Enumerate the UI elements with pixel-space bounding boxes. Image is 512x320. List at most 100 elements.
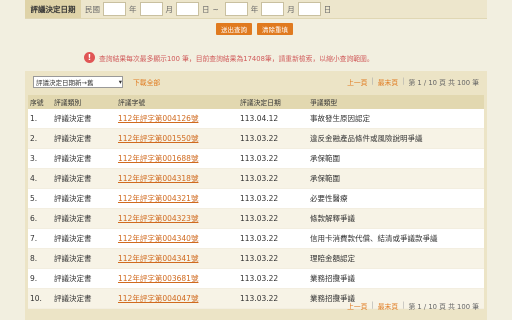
table-row: 7. 評議決定書 112年評字第004340號 113.03.22 信用卡消費款代償、結…: [28, 229, 484, 249]
row-ref-link[interactable]: 112年評字第004318號: [118, 174, 198, 183]
day-label: 日: [202, 4, 210, 14]
date-label: 評議決定日期: [25, 0, 81, 18]
table-body: 1. 評議決定書 112年評字第004126號 113.04.12 事故發生原因認定 2…: [28, 109, 484, 309]
pager-divider: |: [402, 77, 405, 85]
row-issue: 事故發生原因認定: [310, 114, 370, 123]
table-row: 5. 評議決定書 112年評字第004321號 113.03.22 必要性醫療: [28, 189, 484, 209]
table-row: 1. 評議決定書 112年評字第004126號 113.04.12 事故發生原因認定: [28, 109, 484, 129]
year-label: 年: [129, 4, 137, 14]
prev-page-link[interactable]: 上一頁: [347, 301, 367, 311]
prev-page-link[interactable]: 上一頁: [347, 77, 367, 87]
start-year-input[interactable]: [103, 2, 126, 16]
row-no: 6.: [30, 214, 38, 223]
table-row: 6. 評議決定書 112年評字第004323號 113.03.22 條款解釋爭議: [28, 209, 484, 229]
end-year-input[interactable]: [224, 2, 248, 16]
row-ref-link[interactable]: 112年評字第004323號: [118, 214, 198, 223]
submit-button[interactable]: 送出查詢: [216, 23, 252, 35]
row-type: 評議決定書: [54, 214, 92, 223]
row-issue: 承保範圍: [310, 154, 340, 163]
row-ref-link[interactable]: 112年評字第004047號: [118, 294, 198, 303]
row-issue: 必要性醫療: [310, 194, 348, 203]
row-date: 113.03.22: [240, 254, 279, 263]
row-type: 評議決定書: [54, 274, 92, 283]
row-no: 9.: [30, 274, 38, 283]
notice-text: 查詢結果每次最多顯示100 筆，目前查詢結果為17408筆，請重新檢索，以縮小查…: [99, 54, 374, 63]
end-day-input[interactable]: [297, 2, 321, 16]
warning-icon: !: [84, 52, 95, 63]
row-issue: 信用卡消費款代償、結清或爭議款爭議: [310, 234, 438, 243]
row-ref-link[interactable]: 112年評字第003681號: [118, 274, 198, 283]
pager-divider: |: [371, 301, 374, 309]
row-date: 113.03.22: [240, 234, 279, 243]
row-ref-link[interactable]: 112年評字第004340號: [118, 234, 198, 243]
row-date: 113.03.22: [240, 154, 279, 163]
row-type: 評議決定書: [54, 174, 92, 183]
row-issue: 承保範圍: [310, 174, 340, 183]
start-day-input[interactable]: [176, 2, 199, 16]
row-no: 8.: [30, 254, 38, 263]
row-date: 113.03.22: [240, 214, 279, 223]
end-month-input[interactable]: [261, 2, 285, 16]
pager-divider: |: [371, 77, 374, 85]
range-separator: ~: [212, 4, 219, 14]
header-issue: 爭議類型: [310, 99, 338, 107]
row-type: 評議決定書: [54, 114, 92, 123]
chevron-down-icon: ▾: [118, 78, 122, 86]
row-date: 113.03.22: [240, 194, 279, 203]
row-ref-link[interactable]: 112年評字第001550號: [118, 134, 198, 143]
row-no: 5.: [30, 194, 38, 203]
date-range: 民國 年 月 日 ~ 年 月 日: [85, 2, 331, 16]
row-type: 評議決定書: [54, 294, 92, 303]
row-date: 113.03.22: [240, 294, 279, 303]
last-page-link[interactable]: 最末頁: [378, 301, 398, 311]
row-type: 評議決定書: [54, 194, 92, 203]
results-panel: 評議決定日期新→舊 ▾ 下載全部 上一頁 | 最末頁 | 第 1 / 10 頁 …: [25, 71, 487, 320]
row-no: 2.: [30, 134, 38, 143]
page-info: 第 1 / 10 頁 共 100 筆: [408, 79, 479, 87]
row-type: 評議決定書: [54, 254, 92, 263]
table-row: 4. 評議決定書 112年評字第004318號 113.03.22 承保範圍: [28, 169, 484, 189]
last-page-link[interactable]: 最末頁: [378, 77, 398, 87]
year-label: 年: [250, 4, 259, 14]
month-label: 月: [287, 4, 295, 14]
table-row: 3. 評議決定書 112年評字第001688號 113.03.22 承保範圍: [28, 149, 484, 169]
table-row: 8. 評議決定書 112年評字第004341號 113.03.22 理賠金額認定: [28, 249, 484, 269]
row-ref-link[interactable]: 112年評字第004321號: [118, 194, 198, 203]
sort-value: 評議決定日期新→舊: [36, 79, 94, 87]
row-date: 113.03.22: [240, 174, 279, 183]
reset-button[interactable]: 清除重填: [257, 23, 293, 35]
header-ref: 評議字號: [118, 99, 146, 107]
table-row: 2. 評議決定書 112年評字第001550號 113.03.22 違反金融產品條件或風…: [28, 129, 484, 149]
row-date: 113.03.22: [240, 274, 279, 283]
row-ref-link[interactable]: 112年評字第004341號: [118, 254, 198, 263]
start-month-input[interactable]: [139, 2, 163, 16]
results-toolbar: 評議決定日期新→舊 ▾ 下載全部: [33, 76, 160, 88]
search-bar: 評議決定日期 民國 年 月 日 ~ 年 月 日: [25, 0, 487, 19]
header-no: 序號: [30, 99, 44, 107]
pager-bottom: 上一頁 | 最末頁 | 第 1 / 10 頁 共 100 筆: [347, 301, 479, 311]
month-label: 月: [165, 4, 174, 14]
row-type: 評議決定書: [54, 154, 92, 163]
table-row: 9. 評議決定書 112年評字第003681號 113.03.22 業務招攬爭議: [28, 269, 484, 289]
search-actions: 送出查詢 清除重填: [216, 23, 293, 35]
row-no: 1.: [30, 114, 38, 123]
row-no: 4.: [30, 174, 38, 183]
header-date: 評議決定日期: [240, 99, 281, 107]
row-no: 10.: [30, 294, 42, 303]
row-type: 評議決定書: [54, 234, 92, 243]
header-type: 評議類別: [54, 99, 82, 107]
row-issue: 違反金融產品條件或風險說明爭議: [310, 134, 423, 143]
row-date: 113.04.12: [240, 114, 279, 123]
result-notice: ! 查詢結果每次最多顯示100 筆，目前查詢結果為17408筆，請重新檢索，以縮…: [84, 52, 374, 63]
table-header: 序號 評議類別 評議字號 評議決定日期 爭議類型: [28, 95, 484, 109]
download-all-link[interactable]: 下載全部: [133, 77, 160, 87]
row-no: 3.: [30, 154, 38, 163]
row-issue: 理賠金額認定: [310, 254, 355, 263]
era-label: 民國: [85, 4, 100, 14]
row-ref-link[interactable]: 112年評字第004126號: [118, 114, 198, 123]
pager-top: 上一頁 | 最末頁 | 第 1 / 10 頁 共 100 筆: [347, 77, 479, 87]
row-ref-link[interactable]: 112年評字第001688號: [118, 154, 198, 163]
row-no: 7.: [30, 234, 38, 243]
row-type: 評議決定書: [54, 134, 92, 143]
sort-select[interactable]: 評議決定日期新→舊 ▾: [33, 76, 123, 88]
